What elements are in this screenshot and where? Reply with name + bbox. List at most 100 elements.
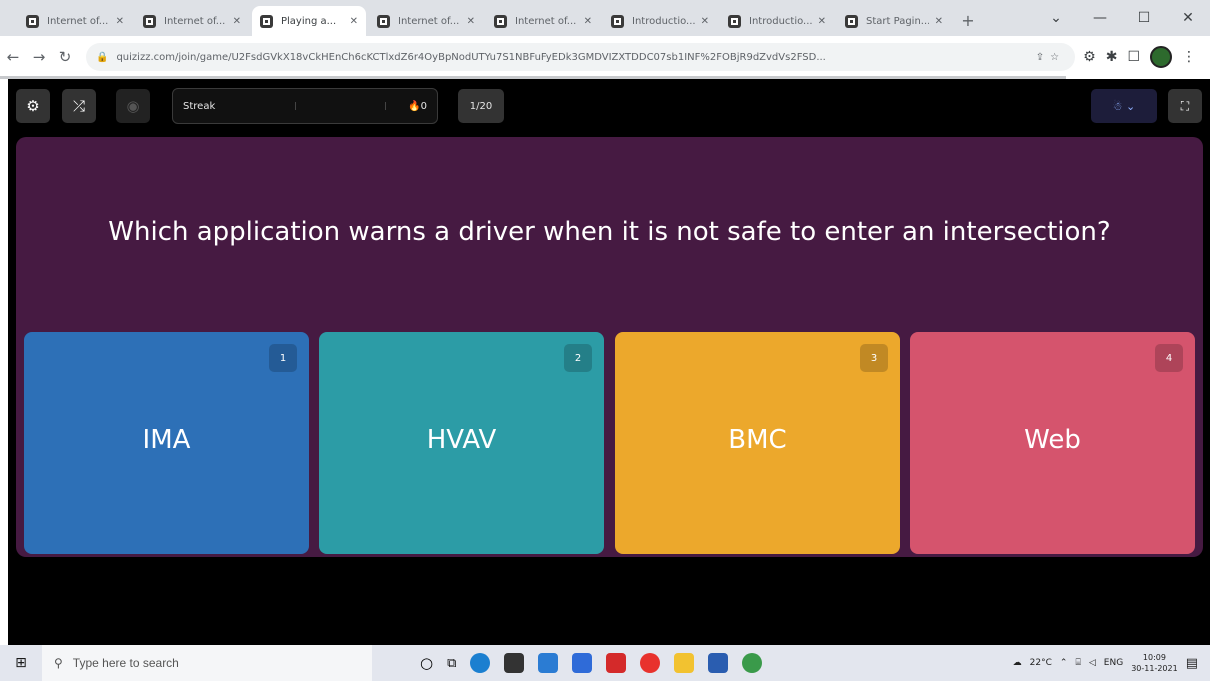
network-icon[interactable]: ⌸	[1075, 658, 1080, 668]
quizizz-favicon-icon	[377, 14, 390, 28]
option-text: Web	[1024, 425, 1081, 455]
weather-temp[interactable]: 22°C	[1030, 658, 1052, 668]
browser-menu-icon[interactable]: ⋮	[1182, 49, 1196, 65]
side-panel-icon[interactable]: ☐	[1127, 49, 1140, 65]
answer-option-2[interactable]: 2 HVAV	[319, 332, 604, 554]
close-tab-icon[interactable]: ✕	[584, 16, 592, 27]
maximize-button[interactable]: ☐	[1122, 0, 1166, 36]
search-placeholder: Type here to search	[72, 656, 179, 670]
close-tab-icon[interactable]: ✕	[350, 16, 358, 27]
edge-icon[interactable]	[470, 653, 491, 673]
close-tab-icon[interactable]: ✕	[233, 16, 241, 27]
quizizz-favicon-icon	[494, 14, 507, 28]
question-text: Which application warns a driver when it…	[108, 217, 1111, 247]
browser-tab[interactable]: Internet of... ✕	[369, 6, 483, 36]
tab-title: Internet of...	[398, 15, 460, 27]
minimize-button[interactable]: —	[1078, 0, 1122, 36]
word-icon[interactable]	[708, 653, 729, 673]
close-tab-icon[interactable]: ✕	[701, 16, 709, 27]
fullscreen-icon[interactable]: ⛶	[1168, 89, 1202, 123]
tray-chevron-icon[interactable]: ⌃	[1060, 658, 1068, 668]
new-tab-button[interactable]: +	[954, 6, 982, 36]
quizizz-favicon-icon	[26, 14, 39, 28]
address-bar[interactable]: 🔒 quizizz.com/join/game/U2FsdGVkX18vCkHE…	[86, 43, 1076, 71]
tab-title: Start Pagin...	[866, 15, 929, 27]
browser-tab-strip: Internet of... ✕ Internet of... ✕ Playin…	[0, 0, 1210, 36]
browser-tab[interactable]: Internet of... ✕	[18, 6, 132, 36]
system-tray: ☁ 22°C ⌃ ⌸ ◁ ENG 10:09 30-11-2021 ▤	[1013, 652, 1210, 674]
file-explorer-icon[interactable]	[674, 653, 695, 673]
answer-option-4[interactable]: 4 Web	[910, 332, 1195, 554]
opera-icon[interactable]	[640, 653, 661, 673]
power-up-icon[interactable]: ☃ ⌄	[1091, 89, 1157, 123]
close-tab-icon[interactable]: ✕	[935, 16, 943, 27]
reload-icon[interactable]: ↻	[52, 48, 78, 66]
omnibox-actions-icons[interactable]: ⇪☆	[1036, 52, 1065, 63]
extensions-area: ⚙ ✱ ☐ ⋮	[1083, 46, 1210, 68]
option-number-badge: 4	[1155, 344, 1183, 372]
quizizz-favicon-icon	[143, 14, 156, 28]
answer-option-3[interactable]: 3 BMC	[615, 332, 900, 554]
streak-progress-track	[225, 102, 398, 110]
forward-arrow-icon[interactable]: →	[26, 48, 52, 66]
search-icon: ⚲	[54, 656, 63, 670]
browser-tab-active[interactable]: Playing a... ✕	[252, 6, 366, 36]
quiz-topbar: ⚙ ⤮ ◉ Streak 🔥 0 1/20 ☃ ⌄ ⛶	[8, 79, 1210, 137]
tab-title: Introductio...	[632, 15, 695, 27]
streak-fire-icon: 🔥	[408, 100, 421, 112]
profile-avatar[interactable]	[1150, 46, 1172, 68]
window-controls: ⌄ — ☐ ✕	[1034, 0, 1210, 36]
streak-count: 0	[420, 100, 427, 112]
weather-icon[interactable]: ☁	[1013, 658, 1022, 668]
quizizz-favicon-icon	[260, 14, 273, 28]
quizizz-favicon-icon	[845, 14, 858, 28]
back-arrow-icon[interactable]: ←	[0, 48, 26, 66]
windows-start-icon[interactable]: ⊞	[0, 655, 42, 671]
answer-option-1[interactable]: 1 IMA	[24, 332, 309, 554]
option-number-badge: 3	[860, 344, 888, 372]
pinned-apps: ○ ⧉	[420, 653, 763, 673]
close-window-button[interactable]: ✕	[1166, 0, 1210, 36]
url-text: quizizz.com/join/game/U2FsdGVkX18vCkHEnC…	[116, 51, 826, 63]
lock-icon[interactable]: 🔒	[96, 52, 108, 63]
close-tab-icon[interactable]: ✕	[818, 16, 826, 27]
tab-title: Playing a...	[281, 15, 337, 27]
option-text: BMC	[728, 425, 787, 455]
language-indicator[interactable]: ENG	[1104, 658, 1123, 668]
option-text: HVAV	[426, 425, 497, 455]
quizizz-favicon-icon	[728, 14, 741, 28]
browser-tab[interactable]: Start Pagin... ✕	[837, 6, 951, 36]
browser-tab[interactable]: Introductio... ✕	[720, 6, 834, 36]
streak-label: Streak	[183, 100, 216, 112]
store-icon[interactable]	[504, 653, 525, 673]
settings-gear-icon[interactable]: ⚙	[16, 89, 50, 123]
cortana-icon[interactable]: ○	[420, 654, 433, 672]
clock-date: 30-11-2021	[1131, 664, 1178, 673]
option-number-badge: 2	[564, 344, 592, 372]
close-tab-icon[interactable]: ✕	[467, 16, 475, 27]
shuffle-icon[interactable]: ⤮	[62, 89, 96, 123]
browser-tab[interactable]: Internet of... ✕	[135, 6, 249, 36]
browser-tab[interactable]: Internet of... ✕	[486, 6, 600, 36]
extension-icon[interactable]: ⚙	[1083, 49, 1096, 65]
pin-extension-icon[interactable]: ✱	[1106, 49, 1118, 65]
task-view-icon[interactable]: ⧉	[447, 656, 456, 671]
calculator-icon[interactable]	[572, 653, 593, 673]
browser-tab[interactable]: Introductio... ✕	[603, 6, 717, 36]
question-counter: 1/20	[458, 89, 504, 123]
taskbar-search-box[interactable]: ⚲ Type here to search	[42, 645, 372, 681]
quiz-app: ⚙ ⤮ ◉ Streak 🔥 0 1/20 ☃ ⌄ ⛶ Which applic…	[8, 79, 1210, 645]
tab-title: Introductio...	[749, 15, 812, 27]
tab-search-icon[interactable]: ⌄	[1034, 0, 1078, 36]
acrobat-icon[interactable]	[606, 653, 627, 673]
volume-icon[interactable]: ◁	[1089, 658, 1096, 668]
power-button-disabled[interactable]: ◉	[116, 89, 150, 123]
browser-toolbar: ← → ↻ 🔒 quizizz.com/join/game/U2FsdGVkX1…	[0, 36, 1210, 78]
clock-time: 10:09	[1142, 653, 1166, 662]
notification-icon[interactable]: ▤	[1186, 656, 1198, 671]
tab-title: Internet of...	[47, 15, 109, 27]
chrome-icon[interactable]	[742, 653, 763, 673]
mail-icon[interactable]	[538, 653, 559, 673]
close-tab-icon[interactable]: ✕	[116, 16, 124, 27]
clock[interactable]: 10:09 30-11-2021	[1131, 652, 1178, 674]
